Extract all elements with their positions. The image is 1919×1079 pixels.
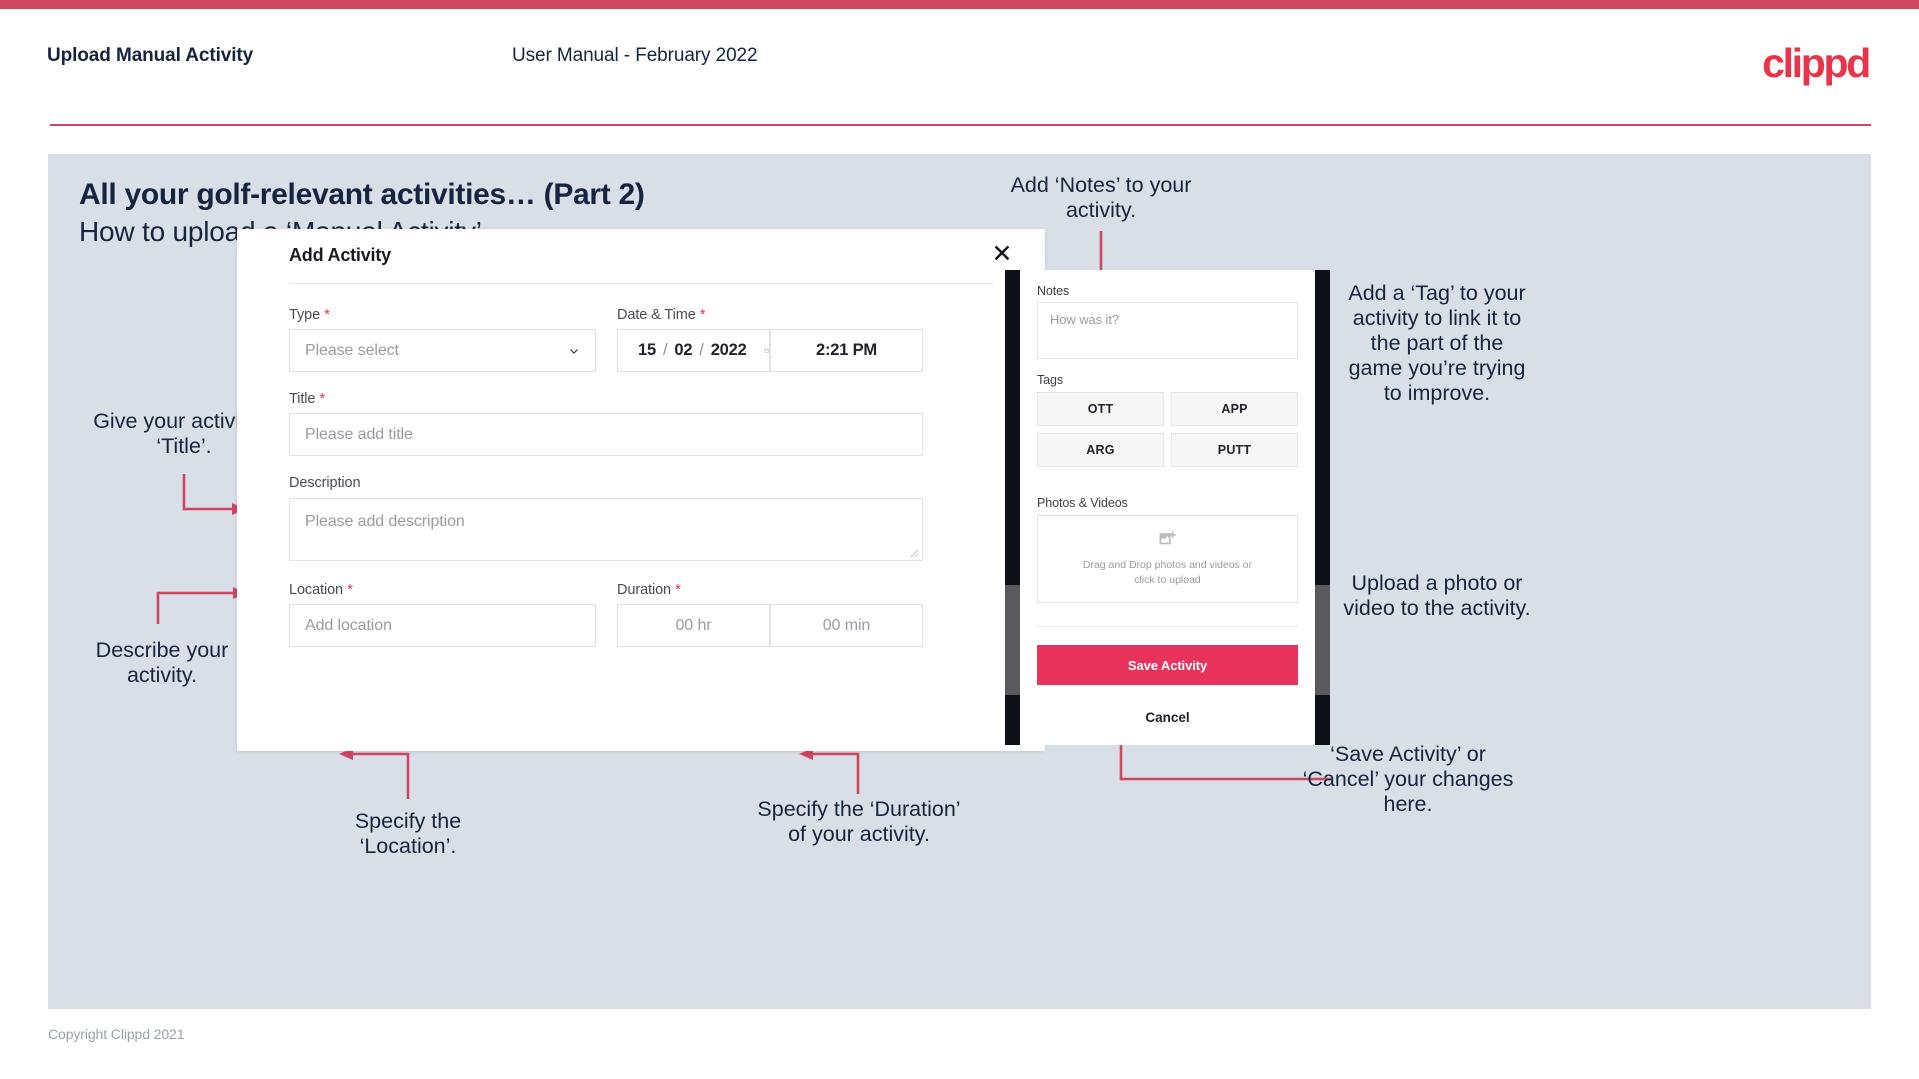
page-title: Upload Manual Activity xyxy=(47,45,254,66)
tag-label: ARG xyxy=(1086,443,1115,457)
date-input[interactable]: 15 / 02 / 2022 xyxy=(617,329,770,372)
title-label-text: Title xyxy=(289,391,316,407)
top-accent-bar xyxy=(0,0,1919,9)
required-marker: * xyxy=(695,306,706,323)
annotation-duration: Specify the ‘Duration’ of your activity. xyxy=(757,797,961,846)
tag-button-app[interactable]: APP xyxy=(1171,392,1298,426)
description-label: Description xyxy=(289,475,361,491)
add-image-icon xyxy=(1159,531,1176,545)
duration-hours-input[interactable]: 00 hr xyxy=(617,604,770,647)
description-placeholder: Please add description xyxy=(305,513,465,530)
tag-button-arg[interactable]: ARG xyxy=(1037,433,1164,467)
type-placeholder: Please select xyxy=(305,341,399,359)
duration-label-text: Duration xyxy=(617,582,672,598)
duration-label: Duration * xyxy=(617,581,681,598)
annotation-save-cancel: ‘Save Activity’ or ‘Cancel’ your changes… xyxy=(1302,742,1514,816)
slide-page: Upload Manual Activity User Manual - Feb… xyxy=(0,0,1919,1079)
phone-mockup: Notes How was it? Tags OTT APP ARG PUTT … xyxy=(1005,270,1330,745)
cancel-button[interactable]: Cancel xyxy=(1037,710,1298,725)
duration-minutes-input[interactable]: 00 min xyxy=(770,604,923,647)
tags-label: Tags xyxy=(1037,373,1064,387)
required-marker: * xyxy=(320,306,330,323)
required-marker: * xyxy=(671,581,681,598)
datetime-label-text: Date & Time xyxy=(617,307,696,323)
location-placeholder: Add location xyxy=(305,616,392,634)
title-input[interactable]: Please add title xyxy=(289,413,923,456)
annotation-notes: Add ‘Notes’ to your activity. xyxy=(1010,173,1192,222)
close-icon[interactable]: ✕ xyxy=(987,239,1017,269)
title-label: Title * xyxy=(289,390,325,407)
resize-grip-icon[interactable] xyxy=(907,546,919,558)
photo-upload-dropzone[interactable]: Drag and Drop photos and videos or click… xyxy=(1037,515,1298,603)
calendar-icon[interactable] xyxy=(764,342,769,359)
save-activity-button[interactable]: Save Activity xyxy=(1037,645,1298,685)
save-activity-label: Save Activity xyxy=(1127,657,1208,673)
time-input[interactable]: 2:21 PM xyxy=(770,329,923,372)
notes-placeholder: How was it? xyxy=(1050,312,1119,327)
photos-videos-label: Photos & Videos xyxy=(1037,496,1128,510)
date-month: 02 xyxy=(674,341,693,359)
datetime-label: Date & Time * xyxy=(617,306,706,323)
date-day: 15 xyxy=(638,341,656,359)
description-textarea[interactable]: Please add description xyxy=(289,498,923,561)
type-label-text: Type xyxy=(289,307,321,323)
type-select[interactable]: Please select xyxy=(289,329,596,372)
required-marker: * xyxy=(343,581,353,598)
type-label: Type * xyxy=(289,306,330,323)
date-year: 2022 xyxy=(710,341,747,359)
dropzone-text: Drag and Drop photos and videos or click… xyxy=(1082,558,1253,586)
notes-textarea[interactable]: How was it? xyxy=(1037,302,1298,359)
clippd-logo: clippd xyxy=(1762,40,1871,86)
phone-right-bezel xyxy=(1315,270,1330,745)
cancel-label: Cancel xyxy=(1145,710,1190,725)
dialog-title: Add Activity xyxy=(289,245,391,265)
header-subtitle: User Manual - February 2022 xyxy=(512,45,758,66)
slide-title: All your golf-relevant activities… (Part… xyxy=(79,178,645,211)
location-input[interactable]: Add location xyxy=(289,604,596,647)
title-placeholder: Please add title xyxy=(305,425,413,443)
notes-label: Notes xyxy=(1037,284,1070,298)
location-label: Location * xyxy=(289,581,353,598)
dialog-header: Add Activity ✕ xyxy=(237,229,1045,281)
footer-copyright: Copyright Clippd 2021 xyxy=(48,1026,185,1042)
tag-label: APP xyxy=(1221,402,1248,416)
header-divider xyxy=(50,124,1871,126)
chevron-down-icon[interactable] xyxy=(568,345,580,357)
date-separator: / xyxy=(699,341,704,359)
annotation-photos: Upload a photo or video to the activity. xyxy=(1343,571,1531,620)
annotation-tags: Add a ‘Tag’ to your activity to link it … xyxy=(1348,281,1526,405)
date-separator: / xyxy=(662,341,668,359)
phone-left-bezel xyxy=(1005,270,1020,745)
annotation-location: Specify the ‘Location’. xyxy=(354,809,462,858)
phone-screen: Notes How was it? Tags OTT APP ARG PUTT … xyxy=(1020,270,1315,745)
phone-divider xyxy=(1037,626,1298,627)
tag-button-putt[interactable]: PUTT xyxy=(1171,433,1298,467)
tag-button-ott[interactable]: OTT xyxy=(1037,392,1164,426)
tag-label: OTT xyxy=(1087,402,1114,416)
location-label-text: Location xyxy=(289,582,344,598)
tag-label: PUTT xyxy=(1217,443,1252,457)
time-value: 2:21 PM xyxy=(816,341,877,359)
duration-hours-placeholder: 00 hr xyxy=(675,616,712,634)
duration-minutes-placeholder: 00 min xyxy=(822,616,871,634)
add-activity-dialog: Add Activity ✕ Type * Please select Date… xyxy=(237,229,1045,751)
required-marker: * xyxy=(315,390,326,407)
dialog-divider xyxy=(289,283,993,284)
